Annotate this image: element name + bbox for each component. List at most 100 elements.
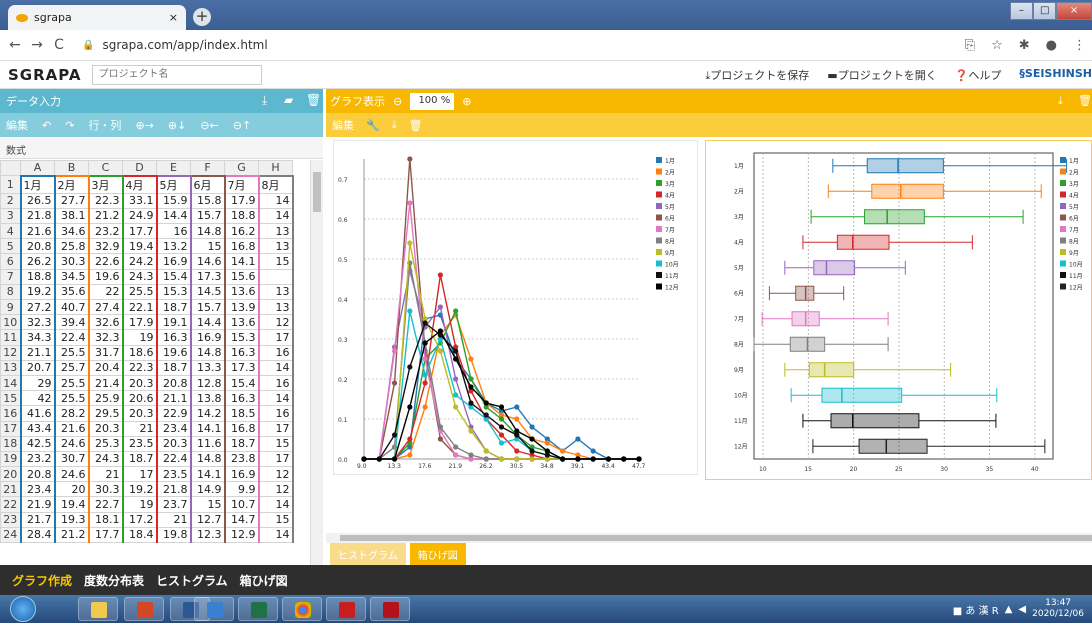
browser-tab[interactable]: sgrapa × xyxy=(8,5,186,30)
cell[interactable]: 19.3 xyxy=(53,511,90,528)
cell[interactable]: 13 xyxy=(257,238,294,255)
data-point[interactable] xyxy=(453,376,459,382)
box[interactable] xyxy=(864,209,925,225)
cell[interactable]: 23.5 xyxy=(121,435,158,452)
cell[interactable]: 20 xyxy=(53,481,90,498)
cell[interactable]: 15 xyxy=(257,435,294,452)
cell[interactable]: 22.7 xyxy=(87,496,124,513)
maximize-icon[interactable]: □ xyxy=(1033,2,1057,20)
cell[interactable]: 13.8 xyxy=(189,390,226,407)
data-point[interactable] xyxy=(514,416,520,422)
cell[interactable]: 14.8 xyxy=(189,450,226,468)
cell[interactable]: 32.3 xyxy=(19,314,56,331)
data-point[interactable] xyxy=(575,456,581,462)
row-header[interactable]: 21 xyxy=(0,481,21,498)
column-header[interactable]: C xyxy=(88,160,123,177)
data-point[interactable] xyxy=(468,376,474,382)
extensions-icon[interactable]: ✱ xyxy=(1019,38,1030,53)
cell[interactable]: 25.3 xyxy=(87,435,124,452)
chrome-taskbar-button[interactable] xyxy=(282,597,322,621)
cell[interactable] xyxy=(257,268,294,285)
row-header[interactable]: 18 xyxy=(0,435,21,452)
data-point[interactable] xyxy=(529,456,535,462)
cell[interactable]: 14 xyxy=(257,390,294,407)
cell[interactable]: 23.4 xyxy=(19,481,56,498)
box[interactable] xyxy=(808,362,855,378)
cell[interactable]: 13.3 xyxy=(189,359,226,376)
data-point[interactable] xyxy=(468,356,474,362)
start-button[interactable] xyxy=(10,596,36,622)
data-point[interactable] xyxy=(422,380,428,386)
column-header[interactable]: B xyxy=(54,160,89,177)
back-icon[interactable]: ← xyxy=(4,37,26,53)
cell[interactable]: 11.6 xyxy=(189,435,226,452)
undo-icon[interactable]: ↶ xyxy=(42,119,51,132)
download-icon[interactable]: ⤓ xyxy=(392,118,397,132)
cell[interactable]: 38.1 xyxy=(53,207,90,225)
redo-icon[interactable]: ↷ xyxy=(65,119,74,132)
cell[interactable]: 19.8 xyxy=(155,526,192,544)
data-point[interactable] xyxy=(453,444,459,450)
data-point[interactable] xyxy=(453,452,459,458)
cell[interactable]: 15 xyxy=(257,511,294,528)
cell[interactable]: 10.7 xyxy=(223,496,260,513)
tab-histogram[interactable]: ヒストグラム xyxy=(330,543,406,565)
cell[interactable]: 14.8 xyxy=(189,223,226,240)
cell[interactable]: 7月 xyxy=(223,174,260,194)
insert-row-below-icon[interactable]: ⊕↓ xyxy=(168,119,186,132)
cell[interactable]: 17.3 xyxy=(189,268,226,285)
cell[interactable]: 14 xyxy=(257,359,294,376)
cell[interactable]: 29.5 xyxy=(87,405,124,422)
data-point[interactable] xyxy=(407,364,413,370)
cell[interactable]: 25.5 xyxy=(53,374,90,392)
cell[interactable]: 25.7 xyxy=(53,359,90,376)
column-header[interactable]: D xyxy=(122,160,157,177)
cell[interactable]: 15.8 xyxy=(189,192,226,209)
cell[interactable]: 15 xyxy=(257,253,294,270)
data-point[interactable] xyxy=(605,456,612,462)
project-name-input[interactable] xyxy=(91,64,262,85)
cell[interactable]: 16.8 xyxy=(223,420,260,437)
data-point[interactable] xyxy=(437,304,443,310)
cell[interactable]: 18.1 xyxy=(87,511,124,528)
cell[interactable]: 21.8 xyxy=(155,481,192,498)
data-point[interactable] xyxy=(498,440,505,446)
cell[interactable]: 21 xyxy=(155,511,192,528)
flash-taskbar-button[interactable] xyxy=(370,597,410,621)
row-header[interactable]: 6 xyxy=(0,253,21,270)
data-point[interactable] xyxy=(483,412,489,418)
cell[interactable]: 32.3 xyxy=(87,329,124,346)
open-project-button[interactable]: ▬プロジェクトを開く xyxy=(827,67,936,83)
cell[interactable]: 18.6 xyxy=(121,344,158,361)
box[interactable] xyxy=(813,260,856,276)
data-point[interactable] xyxy=(498,404,505,410)
cell[interactable]: 19.1 xyxy=(155,314,192,331)
data-point[interactable] xyxy=(544,440,550,446)
cell[interactable]: 19.2 xyxy=(19,283,56,301)
box[interactable] xyxy=(866,158,944,174)
sheet-vertical-scrollbar[interactable] xyxy=(310,160,323,565)
cell[interactable]: 21.4 xyxy=(87,374,124,392)
insert-column-right-icon[interactable]: ⊕→ xyxy=(135,119,153,132)
cell[interactable]: 34.3 xyxy=(19,329,56,346)
data-point[interactable] xyxy=(468,452,474,458)
cell[interactable]: 19 xyxy=(121,496,158,513)
data-point[interactable] xyxy=(407,156,413,162)
cell[interactable]: 4月 xyxy=(121,174,158,194)
cell[interactable]: 15.4 xyxy=(223,374,260,392)
cell[interactable]: 15.3 xyxy=(155,283,192,301)
cell[interactable]: 23.5 xyxy=(155,466,192,483)
data-point[interactable] xyxy=(407,200,413,206)
wrench-icon[interactable]: 🔧 xyxy=(366,119,380,132)
cell[interactable]: 20.7 xyxy=(19,359,56,376)
box[interactable] xyxy=(821,387,903,403)
cell[interactable]: 21.8 xyxy=(19,207,56,225)
data-point[interactable] xyxy=(483,448,489,454)
cell[interactable]: 26.2 xyxy=(19,253,56,270)
data-point[interactable] xyxy=(422,340,428,346)
row-header[interactable]: 16 xyxy=(0,405,21,422)
cell[interactable]: 24.3 xyxy=(121,268,158,285)
new-tab-button[interactable]: + xyxy=(193,8,211,26)
insert-column-left-icon[interactable]: ⊖← xyxy=(200,119,218,132)
cell[interactable]: 21.1 xyxy=(155,390,192,407)
